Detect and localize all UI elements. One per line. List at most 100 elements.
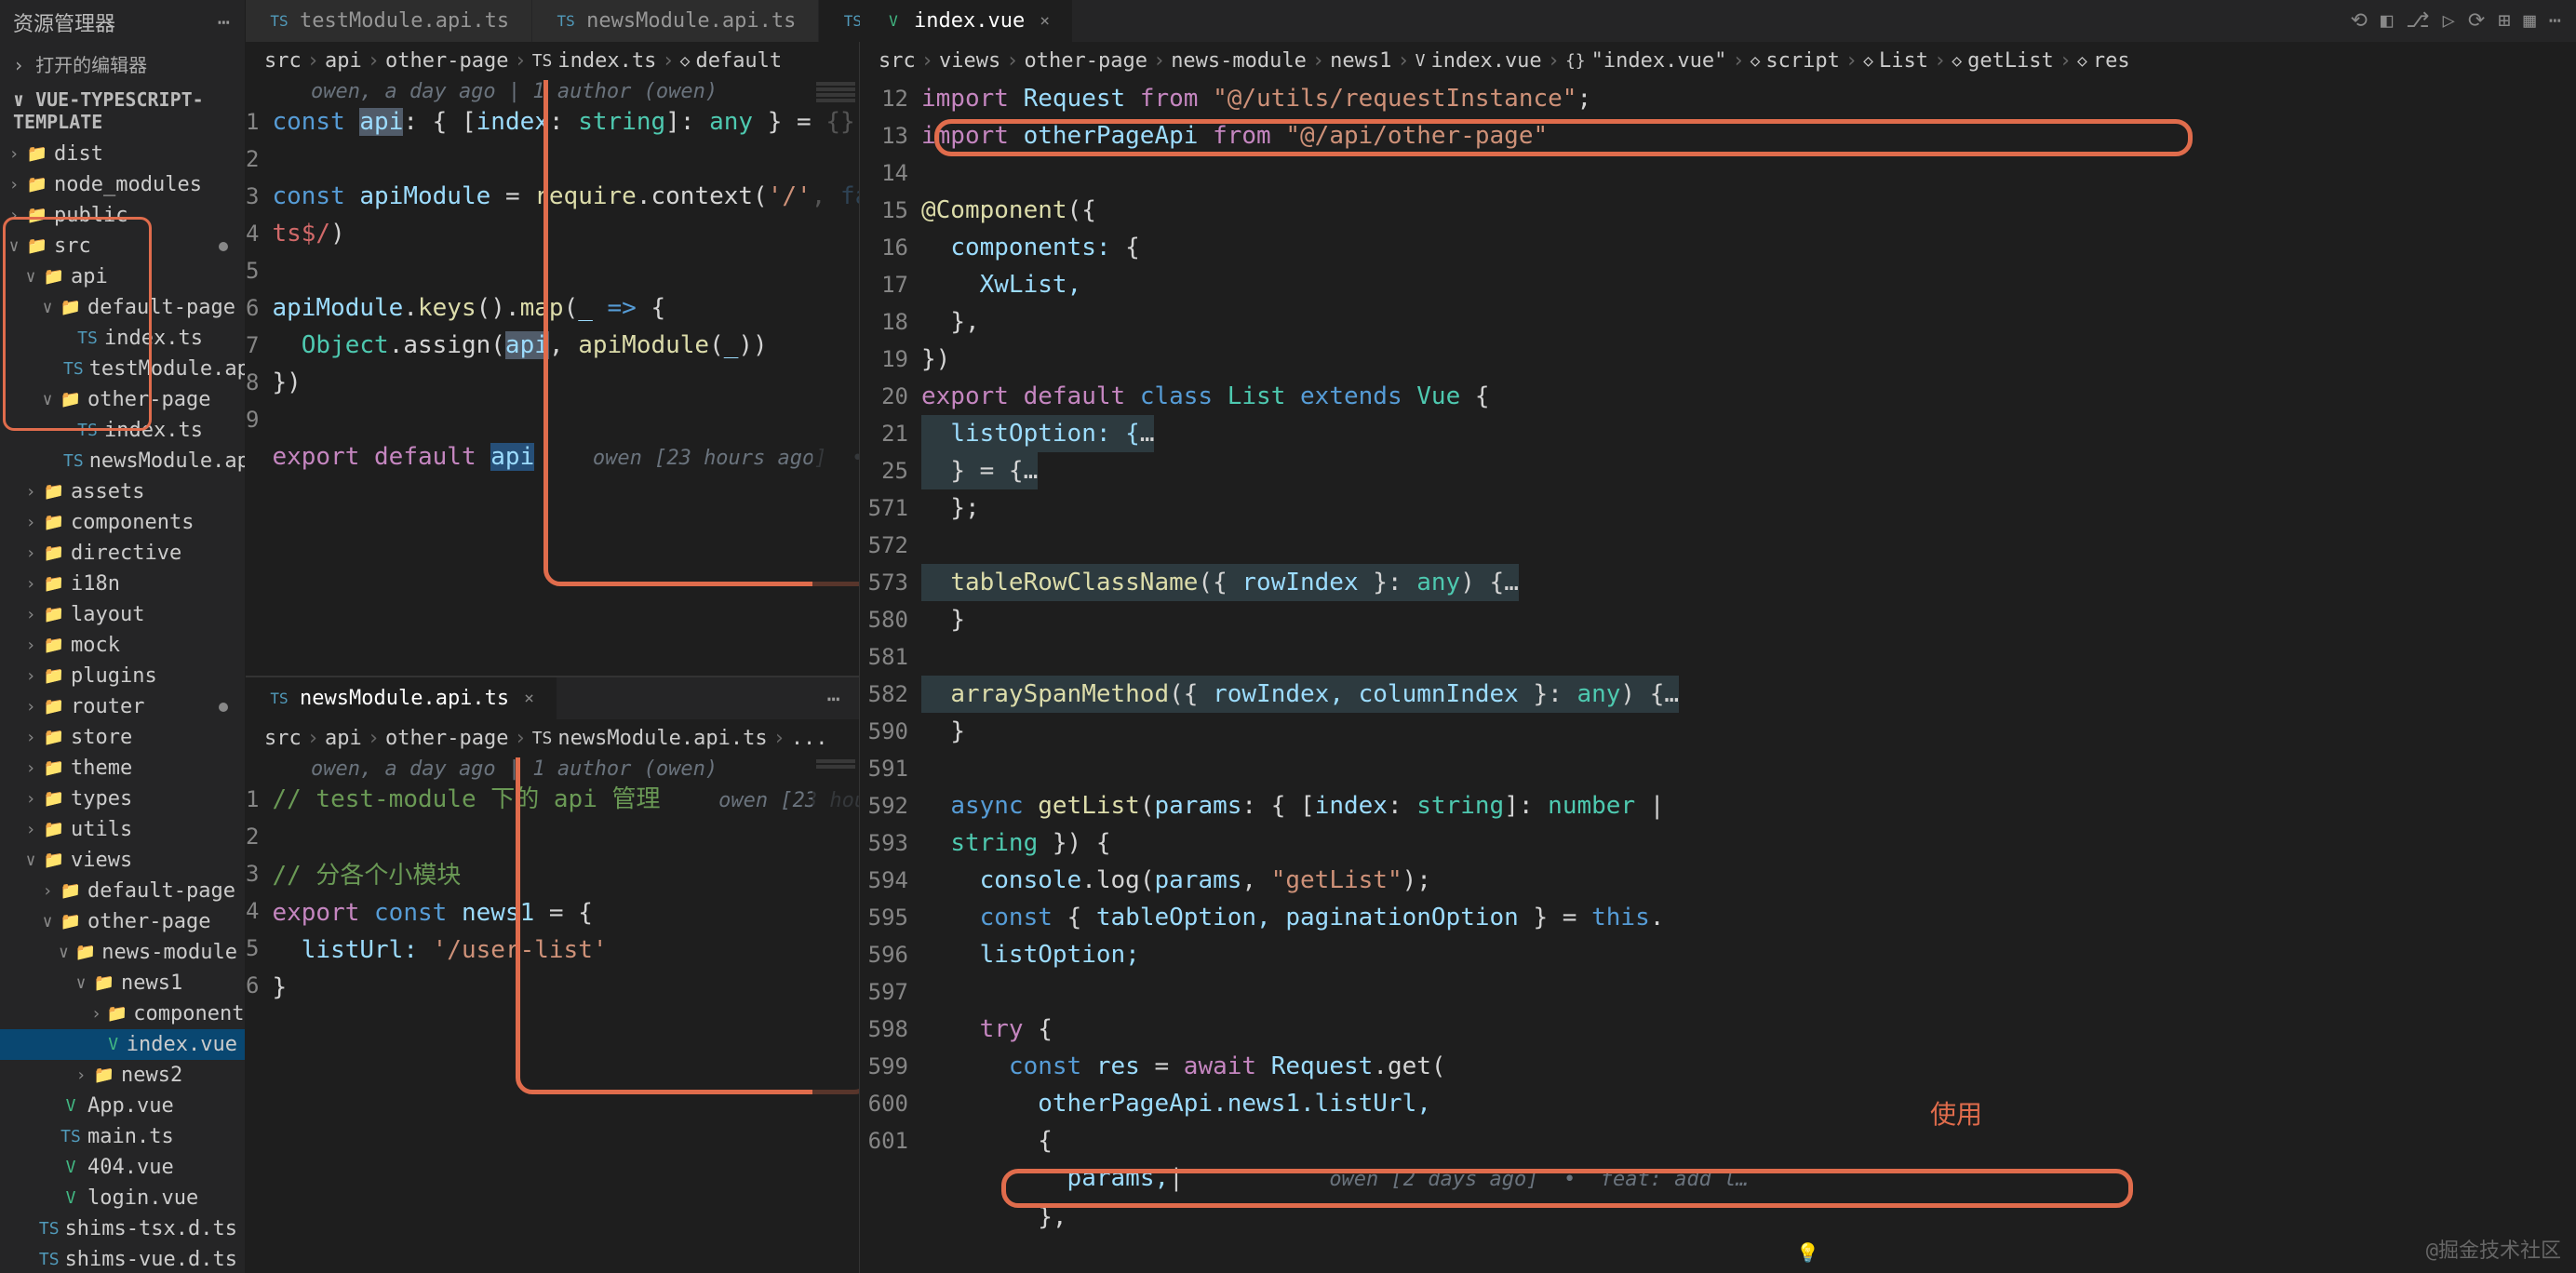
tree-item-api[interactable]: ∨📁api <box>0 261 245 292</box>
breadcrumb-segment[interactable]: views <box>939 49 1000 73</box>
tree-item-directive[interactable]: ›📁directive <box>0 538 245 569</box>
tree-item-newsModule-api-ts[interactable]: TSnewsModule.api.ts <box>0 446 245 476</box>
editor-action-icon-7[interactable]: ⋯ <box>2549 9 2561 33</box>
breadcrumb-top-left[interactable]: src›api›other-page›TSindex.ts›◇default <box>246 42 859 80</box>
tree-item-index-ts[interactable]: TSindex.ts <box>0 415 245 446</box>
breadcrumb-segment[interactable]: api <box>325 49 362 73</box>
line-number: 571 <box>860 489 908 527</box>
tree-item-index-vue[interactable]: Vindex.vue <box>0 1029 245 1060</box>
tab-newsModule-api-ts[interactable]: TSnewsModule.api.ts× <box>246 677 557 719</box>
editor-action-icon-6[interactable]: ▦ <box>2524 9 2536 33</box>
tree-item-src[interactable]: ∨📁src <box>0 231 245 261</box>
lightbulb-icon[interactable]: 💡 <box>1796 1241 1819 1264</box>
more-icon[interactable]: ⋯ <box>218 11 232 34</box>
tree-item-views[interactable]: ∨📁views <box>0 845 245 876</box>
tree-item-default-page[interactable]: ∨📁default-page <box>0 292 245 323</box>
line-number: 4 <box>246 892 259 930</box>
breadcrumb-segment[interactable]: TSnewsModule.api.ts <box>532 727 768 750</box>
editor-action-icon-4[interactable]: ⟳ <box>2468 9 2485 33</box>
breadcrumb-segment[interactable]: {}"index.vue" <box>1565 49 1726 73</box>
tree-item-shims-vue-d-ts[interactable]: TSshims-vue.d.ts <box>0 1244 245 1273</box>
breadcrumb-bottom-left[interactable]: src›api›other-page›TSnewsModule.api.ts›.… <box>246 719 859 757</box>
line-number: 18 <box>860 303 908 341</box>
breadcrumb-segment[interactable]: other-page <box>1024 49 1147 73</box>
tab-index-vue[interactable]: Vindex.vue× <box>860 0 1073 42</box>
line-number: 6 <box>246 967 259 1004</box>
line-number: 9 <box>246 401 259 438</box>
tree-item-index-ts[interactable]: TSindex.ts <box>0 323 245 354</box>
tree-item-default-page[interactable]: ›📁default-page <box>0 876 245 906</box>
tab-overflow-icon[interactable]: ⋯ <box>811 686 859 712</box>
tree-item-dist[interactable]: ›📁dist <box>0 139 245 169</box>
tree-item-shims-tsx-d-ts[interactable]: TSshims-tsx.d.ts <box>0 1213 245 1244</box>
breadcrumb-right[interactable]: src›views›other-page›news-module›news1›V… <box>860 42 2576 80</box>
tree-item-mock[interactable]: ›📁mock <box>0 630 245 661</box>
tree-item-store[interactable]: ›📁store <box>0 722 245 753</box>
tree-item-news-module[interactable]: ∨📁news-module <box>0 937 245 968</box>
tree-item-news2[interactable]: ›📁news2 <box>0 1060 245 1091</box>
project-root[interactable]: ∨ VUE-TYPESCRIPT-TEMPLATE <box>0 83 245 139</box>
breadcrumb-segment[interactable]: news-module <box>1171 49 1307 73</box>
tab-newsModule-api-ts[interactable]: TSnewsModule.api.ts <box>532 0 819 42</box>
tab-testModule-api-ts[interactable]: TStestModule.api.ts <box>246 0 532 42</box>
tree-item-node_modules[interactable]: ›📁node_modules <box>0 169 245 200</box>
close-icon[interactable]: × <box>1040 11 1050 31</box>
tree-item-assets[interactable]: ›📁assets <box>0 476 245 507</box>
breadcrumb-segment[interactable]: ◇List <box>1863 49 1928 73</box>
tree-item-main-ts[interactable]: TSmain.ts <box>0 1121 245 1152</box>
editor-action-icon-5[interactable]: ⊞ <box>2498 9 2510 33</box>
open-editors-section[interactable]: › 打开的编辑器 <box>0 45 245 83</box>
tree-item-router[interactable]: ›📁router <box>0 691 245 722</box>
tree-item-public[interactable]: ›📁public <box>0 200 245 231</box>
tree-item-i18n[interactable]: ›📁i18n <box>0 569 245 599</box>
line-number: 20 <box>860 378 908 415</box>
line-number: 593 <box>860 824 908 862</box>
tree-item-other-page[interactable]: ∨📁other-page <box>0 906 245 937</box>
breadcrumb-segment[interactable]: api <box>325 727 362 750</box>
breadcrumb-segment[interactable]: src <box>264 49 302 73</box>
breadcrumb-segment[interactable]: ◇getList <box>1952 49 2054 73</box>
line-number: 596 <box>860 936 908 973</box>
breadcrumb-segment[interactable]: other-page <box>385 727 508 750</box>
minimap[interactable] <box>812 80 859 676</box>
breadcrumb-segment[interactable]: news1 <box>1330 49 1391 73</box>
tree-item-news1[interactable]: ∨📁news1 <box>0 968 245 998</box>
breadcrumb-segment[interactable]: TSindex.ts <box>532 49 657 73</box>
tree-item-App-vue[interactable]: VApp.vue <box>0 1091 245 1121</box>
minimap[interactable] <box>812 757 859 1273</box>
breadcrumb-segment[interactable]: ... <box>791 727 828 750</box>
line-number: 3 <box>246 178 259 215</box>
tree-item-components[interactable]: ›📁components <box>0 507 245 538</box>
editor-action-icon-0[interactable]: ⟲ <box>2351 9 2368 33</box>
editor-right[interactable]: 1213141516171819202125571572573580581582… <box>860 80 2576 1273</box>
breadcrumb-segment[interactable]: src <box>879 49 916 73</box>
breadcrumb-segment[interactable]: src <box>264 727 302 750</box>
line-number: 595 <box>860 899 908 936</box>
tree-item-plugins[interactable]: ›📁plugins <box>0 661 245 691</box>
tab-bar-bottom-left: TSnewsModule.api.ts× ⋯ <box>246 677 859 719</box>
editor-action-icon-1[interactable]: ◧ <box>2381 9 2393 33</box>
tree-item-types[interactable]: ›📁types <box>0 784 245 814</box>
tree-item-other-page[interactable]: ∨📁other-page <box>0 384 245 415</box>
tree-item-login-vue[interactable]: Vlogin.vue <box>0 1183 245 1213</box>
tree-item-theme[interactable]: ›📁theme <box>0 753 245 784</box>
line-number: 591 <box>860 750 908 787</box>
breadcrumb-segment[interactable]: other-page <box>385 49 508 73</box>
breadcrumb-segment[interactable]: ◇script <box>1751 49 1840 73</box>
editor-bottom-left[interactable]: owen, a day ago | 1 author (owen) 123456… <box>246 757 859 1273</box>
tree-item-404-vue[interactable]: V404.vue <box>0 1152 245 1183</box>
line-number: 15 <box>860 192 908 229</box>
close-icon[interactable]: × <box>524 689 534 708</box>
editor-action-icon-2[interactable]: ⎇ <box>2406 9 2429 33</box>
breadcrumb-segment[interactable]: ◇default <box>680 49 783 73</box>
breadcrumb-segment[interactable]: ◇res <box>2077 49 2130 73</box>
tree-item-testModule-api-ts[interactable]: TStestModule.api.ts <box>0 354 245 384</box>
editor-top-left[interactable]: owen, a day ago | 1 author (owen) 123456… <box>246 80 859 676</box>
tree-item-layout[interactable]: ›📁layout <box>0 599 245 630</box>
tree-item-components[interactable]: ›📁components <box>0 998 245 1029</box>
line-number: 25 <box>860 452 908 489</box>
editor-action-icon-3[interactable]: ▷ <box>2443 9 2455 33</box>
tree-item-utils[interactable]: ›📁utils <box>0 814 245 845</box>
breadcrumb-segment[interactable]: Vindex.vue <box>1415 49 1542 73</box>
tab-bar-right: Vindex.vue× ⟲ ◧ ⎇ ▷ ⟳ ⊞ ▦ ⋯ <box>860 0 2576 42</box>
